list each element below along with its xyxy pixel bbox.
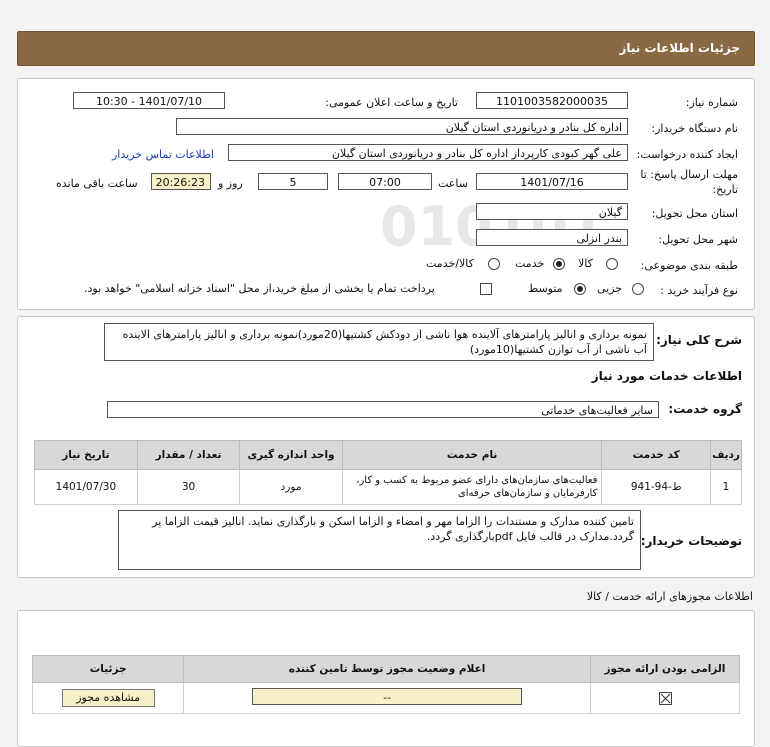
purchase-radio-medium[interactable]	[574, 283, 586, 295]
summary-label: شرح کلی نیاز:	[656, 333, 742, 347]
deadline-date-field: 1401/07/16	[476, 173, 628, 190]
required-checkbox-icon	[658, 692, 672, 705]
category-radio-goods[interactable]	[606, 258, 618, 270]
category-option-goods: کالا	[578, 257, 593, 270]
deadline-date-label: تاریخ:	[712, 183, 738, 196]
cell-quantity: 30	[136, 469, 241, 505]
cell-permit-details: مشاهده مجوز	[31, 682, 185, 714]
summary-text: نمونه برداری و انالیز پارامترهای آلاینده…	[104, 323, 654, 361]
purchase-option-minor: جزیی	[597, 282, 623, 295]
service-group-field: سایر فعالیت‌های خدماتی	[107, 401, 659, 418]
page-title: جزئیات اطلاعات نیاز	[619, 41, 740, 55]
col-code: کد خدمت	[601, 440, 712, 470]
col-row: ردیف	[710, 440, 742, 470]
col-permit-required: الزامی بودن ارائه مجوز	[589, 655, 741, 683]
cell-date: 1401/07/30	[34, 469, 138, 505]
buyer-notes-label: توضیحات خریدار:	[640, 534, 742, 548]
col-permit-status: اعلام وضعیت مجوز توسط تامین کننده	[183, 655, 591, 683]
category-radio-service[interactable]	[553, 258, 565, 270]
permits-title: اطلاعات مجوزهای ارائه خدمت / کالا	[586, 590, 753, 603]
deadline-label: مهلت ارسال پاسخ: تا	[640, 168, 738, 181]
purchase-option-medium: متوسط	[528, 282, 563, 295]
col-permit-details: جزئیات	[31, 655, 185, 683]
need-number-field: 1101003582000035	[476, 92, 628, 109]
days-label: روز و	[218, 177, 243, 190]
city-label: شهر محل تحویل:	[658, 233, 738, 246]
deadline-time-label: ساعت	[438, 177, 468, 190]
service-group-label: گروه خدمت:	[668, 402, 742, 416]
buyer-notes-text: تامین کننده مدارک و مستندات را الزاما مه…	[118, 510, 641, 570]
province-label: استان محل تحویل:	[651, 207, 738, 220]
col-quantity: تعداد / مقدار	[136, 440, 241, 470]
table-row: 1 ط-94-941 فعالیت‌های سازمان‌های دارای ع…	[34, 469, 742, 505]
col-date: تاریخ نیاز	[34, 440, 138, 470]
need-info-panel	[17, 78, 755, 310]
treasury-note: پرداخت تمام یا بخشی از مبلغ خرید،از محل …	[84, 282, 435, 295]
buyer-contact-link[interactable]: اطلاعات تماس خریدار	[112, 148, 214, 161]
category-option-goods-service: کالا/خدمت	[426, 257, 474, 270]
services-title: اطلاعات خدمات مورد نیاز	[591, 369, 742, 383]
purchase-type-label: نوع فرآیند خرید :	[660, 284, 738, 297]
cell-permit-status: --	[183, 682, 591, 714]
category-option-service: خدمت	[515, 257, 545, 270]
purchase-radio-minor[interactable]	[632, 283, 644, 295]
view-permit-button[interactable]: مشاهده مجوز	[61, 689, 155, 707]
days-remaining-field: 5	[258, 173, 328, 190]
announce-date-field: 1401/07/10 - 10:30	[73, 92, 225, 109]
province-field: گیلان	[476, 203, 628, 220]
services-table-header: ردیف کد خدمت نام خدمت واحد اندازه گیری ت…	[34, 440, 742, 470]
buyer-org-field: اداره کل بنادر و دریانوردی استان گیلان	[176, 118, 628, 135]
announce-date-label: تاریخ و ساعت اعلان عمومی:	[325, 96, 458, 109]
category-label: طبقه بندی موضوعی:	[640, 259, 738, 272]
remaining-time-field: 20:26:23	[151, 173, 211, 190]
permits-table: الزامی بودن ارائه مجوز اعلام وضعیت مجوز …	[31, 655, 741, 714]
table-row: -- مشاهده مجوز	[31, 682, 741, 714]
cell-permit-required	[589, 682, 741, 714]
services-table: ردیف کد خدمت نام خدمت واحد اندازه گیری ت…	[34, 440, 742, 505]
cell-unit: مورد	[239, 469, 343, 505]
remaining-time-label: ساعت باقی مانده	[56, 177, 138, 190]
city-field: بندر انزلی	[476, 229, 628, 246]
requester-label: ایجاد کننده درخواست:	[636, 148, 738, 161]
need-number-label: شماره نیاز:	[685, 96, 738, 109]
permit-status-select[interactable]: --	[252, 688, 523, 705]
permits-table-header: الزامی بودن ارائه مجوز اعلام وضعیت مجوز …	[31, 655, 741, 683]
cell-row: 1	[710, 469, 742, 505]
col-unit: واحد اندازه گیری	[239, 440, 343, 470]
cell-code: ط-94-941	[601, 469, 712, 505]
treasury-checkbox[interactable]	[480, 283, 492, 295]
buyer-org-label: نام دستگاه خریدار:	[651, 122, 738, 135]
cell-name: فعالیت‌های سازمان‌های دارای عضو مربوط به…	[341, 469, 603, 505]
page-header: جزئیات اطلاعات نیاز	[17, 31, 755, 66]
col-name: نام خدمت	[341, 440, 603, 470]
requester-field: علی گهر کبودی کارپرداز اداره کل بنادر و …	[228, 144, 628, 161]
category-radio-goods-service[interactable]	[488, 258, 500, 270]
deadline-time-field: 07:00	[338, 173, 432, 190]
